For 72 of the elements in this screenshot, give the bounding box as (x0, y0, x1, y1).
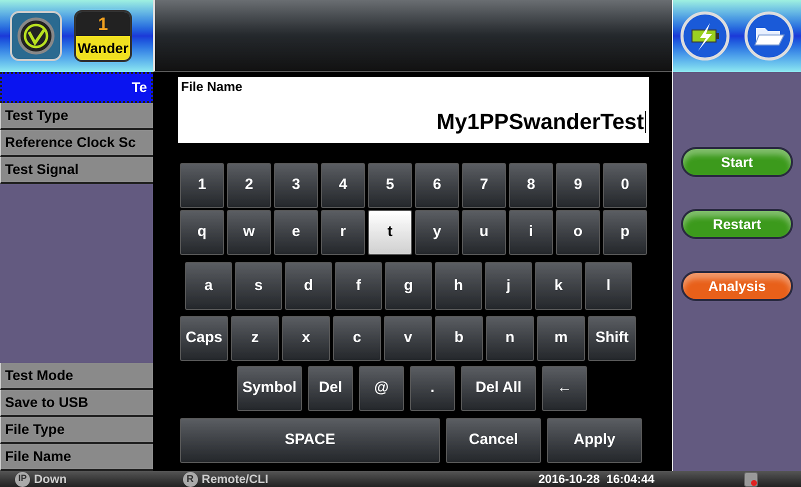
keyboard-key[interactable]: v (384, 316, 432, 361)
sidebar-item[interactable]: Save to USB (0, 390, 153, 417)
keyboard-key[interactable]: l (585, 262, 632, 310)
keyboard-key[interactable]: Cancel (446, 418, 541, 463)
sidebar-item[interactable]: Te (0, 72, 153, 103)
badge-number: 1 (76, 12, 130, 36)
sidebar-item[interactable]: Test Signal (0, 157, 153, 184)
keyboard-key[interactable]: y (415, 210, 459, 255)
keyboard-key[interactable]: 4 (321, 163, 365, 208)
battery-icon[interactable] (680, 11, 730, 61)
sidebar-item[interactable]: Reference Clock Sc (0, 130, 153, 157)
keyboard-key[interactable]: 2 (227, 163, 271, 208)
keyboard-key[interactable]: 1 (180, 163, 224, 208)
keyboard-key[interactable]: p (603, 210, 647, 255)
badge-label: Wander (76, 36, 130, 60)
keyboard-key[interactable]: 0 (603, 163, 647, 208)
keyboard-key[interactable]: w (227, 210, 271, 255)
keyboard-key[interactable]: i (509, 210, 553, 255)
keyboard-key[interactable]: Del All (461, 366, 536, 411)
keyboard-key[interactable]: f (335, 262, 382, 310)
date-time: 2016-10-28 16:04:44 (538, 471, 654, 487)
keyboard-key[interactable]: 8 (509, 163, 553, 208)
keyboard-key[interactable]: r (321, 210, 365, 255)
keyboard-key[interactable]: s (235, 262, 282, 310)
remote-icon: R (182, 472, 198, 486)
folder-icon[interactable] (744, 11, 794, 61)
keyboard-key[interactable]: z (231, 316, 279, 361)
keyboard-key[interactable]: @ (359, 366, 404, 411)
keyboard-key[interactable]: b (435, 316, 483, 361)
keyboard-key[interactable]: n (486, 316, 534, 361)
keyboard-key[interactable]: 3 (274, 163, 318, 208)
keyboard-key[interactable]: j (485, 262, 532, 310)
keyboard-key[interactable]: h (435, 262, 482, 310)
remote-label: Remote/CLI (202, 471, 268, 487)
ip-icon: IP (15, 472, 30, 486)
keyboard-key[interactable]: Shift (588, 316, 636, 361)
sidebar-item[interactable]: File Type (0, 417, 153, 444)
keyboard-key[interactable]: 6 (415, 163, 459, 208)
keyboard-key[interactable]: o (556, 210, 600, 255)
keyboard-key[interactable]: 7 (462, 163, 506, 208)
logo-icon[interactable] (10, 11, 62, 61)
keyboard-key[interactable]: a (185, 262, 232, 310)
field-value: My1PPSwanderTest (436, 111, 646, 133)
sidebar-item[interactable]: Test Type (0, 103, 153, 130)
keyboard-key[interactable]: 9 (556, 163, 600, 208)
sidebar-item[interactable]: Test Mode (0, 363, 153, 390)
keyboard-key[interactable]: Caps (180, 316, 228, 361)
sd-card-icon (744, 472, 758, 486)
action-button[interactable]: Start (681, 147, 793, 177)
keyboard-key[interactable]: d (285, 262, 332, 310)
keyboard-key[interactable]: Del (308, 366, 353, 411)
test-badge[interactable]: 1 Wander (74, 10, 132, 62)
sidebar-item[interactable]: File Name (0, 444, 153, 471)
file-name-field[interactable]: File Name My1PPSwanderTest (178, 77, 649, 143)
keyboard-key[interactable]: q (180, 210, 224, 255)
keyboard-key[interactable]: . (410, 366, 455, 411)
keyboard-key[interactable]: 5 (368, 163, 412, 208)
keyboard-key[interactable]: SPACE (180, 418, 440, 463)
ip-status: Down (34, 471, 67, 487)
keyboard-key[interactable]: g (385, 262, 432, 310)
action-button[interactable]: Restart (681, 209, 793, 239)
keyboard-key[interactable]: Symbol (237, 366, 302, 411)
keyboard-key[interactable]: m (537, 316, 585, 361)
keyboard-key[interactable]: t (368, 210, 412, 255)
keyboard-key[interactable]: u (462, 210, 506, 255)
keyboard-key[interactable]: e (274, 210, 318, 255)
keyboard-key[interactable]: ← (542, 366, 587, 411)
field-label: File Name (181, 80, 244, 93)
keyboard-key[interactable]: Apply (547, 418, 642, 463)
keyboard-key[interactable]: x (282, 316, 330, 361)
keyboard-key[interactable]: c (333, 316, 381, 361)
keyboard-key[interactable]: k (535, 262, 582, 310)
